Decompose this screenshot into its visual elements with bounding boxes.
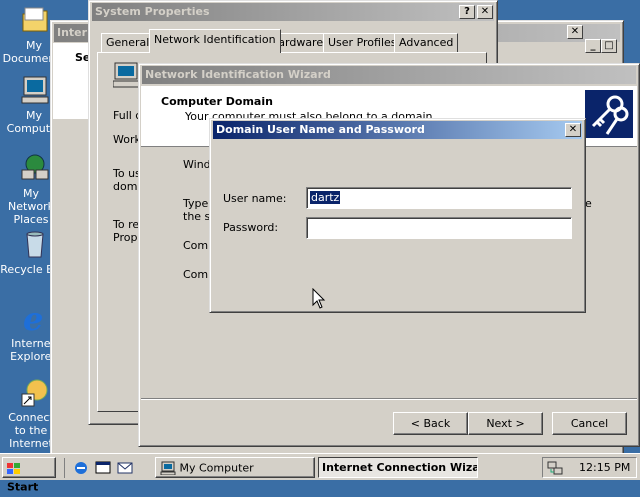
divider: [141, 398, 637, 400]
windows-logo-icon: [7, 462, 21, 474]
connect-icon: [19, 376, 51, 408]
taskbar-item-label: My Computer: [179, 461, 254, 475]
partial-label: Work: [113, 133, 141, 146]
close-button[interactable]: ✕: [565, 123, 581, 137]
show-desktop-icon[interactable]: [95, 460, 111, 476]
help-button[interactable]: ?: [459, 5, 475, 19]
next-button[interactable]: Next >: [468, 412, 543, 435]
taskbar-item-wizard[interactable]: Internet Connection Wiza...: [318, 457, 478, 478]
desktop-icon-label: My Network Places: [8, 187, 54, 226]
start-button[interactable]: Start: [2, 457, 56, 494]
taskbar-item-my-computer[interactable]: My Computer: [155, 457, 315, 478]
keys-icon: [585, 90, 633, 138]
outlook-express-icon[interactable]: [117, 460, 133, 476]
tab-network-identification[interactable]: Network Identification: [149, 29, 281, 53]
tab-advanced[interactable]: Advanced: [394, 33, 459, 53]
partial-label: To us: [113, 167, 141, 180]
taskbar: Start My Computer Internet Connection Wi…: [0, 453, 640, 494]
mouse-cursor-icon: [312, 287, 326, 313]
partial-label: Type: [183, 197, 209, 210]
clock[interactable]: 12:15 PM: [579, 461, 630, 474]
network-icon: [19, 152, 51, 184]
start-label: Start: [7, 480, 39, 494]
folder-icon: [19, 4, 51, 36]
maximize-button[interactable]: □: [601, 39, 617, 53]
minimize-button[interactable]: _: [585, 39, 601, 53]
password-label: Password:: [223, 221, 279, 234]
ie-icon: e: [19, 300, 51, 338]
network-tray-icon[interactable]: [547, 460, 563, 476]
wizard-header-title: Computer Domain: [161, 95, 273, 108]
username-label: User name:: [223, 192, 287, 205]
credentials-dialog-titlebar[interactable]: Domain User Name and Password: [213, 121, 582, 139]
computer-icon: [112, 61, 141, 92]
taskbar-item-label: Internet Connection Wiza...: [322, 461, 478, 474]
wizard-titlebar[interactable]: Network Identification Wizard: [142, 66, 636, 84]
window-title: Network Identification Wizard: [145, 68, 331, 81]
desktop-icon-label: Connect to the Internet: [8, 411, 54, 450]
partial-label: e: [585, 197, 592, 210]
quick-launch: [64, 458, 145, 478]
recycle-bin-icon: [19, 228, 51, 260]
tab-user-profiles[interactable]: User Profiles: [323, 33, 402, 53]
computer-icon: [160, 461, 176, 476]
password-field[interactable]: [306, 217, 572, 239]
back-button[interactable]: < Back: [393, 412, 468, 435]
username-value: dartz: [310, 191, 341, 204]
svg-text:e: e: [23, 302, 43, 334]
window-title: System Properties: [95, 5, 210, 18]
tab-general[interactable]: General: [101, 33, 155, 53]
computer-icon: [19, 74, 51, 106]
ie-quicklaunch-icon[interactable]: [73, 460, 89, 476]
credentials-dialog[interactable]: Domain User Name and Password ✕ User nam…: [209, 118, 586, 313]
username-field[interactable]: dartz: [306, 187, 572, 209]
cancel-button[interactable]: Cancel: [552, 412, 627, 435]
partial-label: To re: [113, 218, 140, 231]
close-button[interactable]: ✕: [477, 5, 493, 19]
close-button[interactable]: ✕: [567, 25, 583, 39]
system-tray: 12:15 PM: [542, 457, 637, 478]
system-properties-titlebar[interactable]: System Properties: [92, 3, 494, 21]
window-title: Domain User Name and Password: [216, 123, 425, 136]
